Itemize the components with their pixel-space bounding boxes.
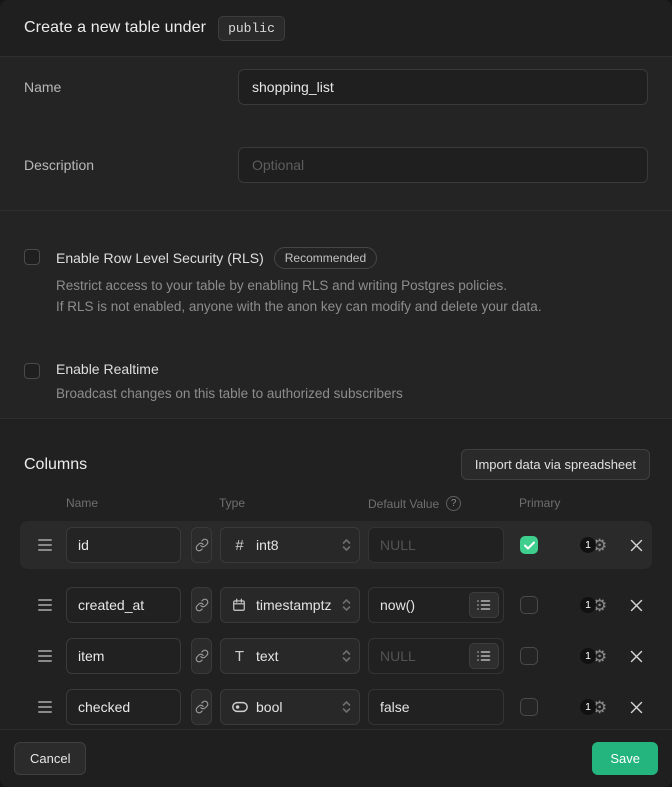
modal-footer: Cancel Save [0, 729, 672, 787]
section-toggles: Enable Row Level Security (RLS) Recommen… [0, 211, 672, 419]
table-description-input[interactable] [238, 147, 648, 183]
realtime-block: Enable Realtime Broadcast changes on thi… [24, 361, 648, 404]
remove-column-button[interactable] [628, 537, 644, 553]
table-name-input[interactable] [238, 69, 648, 105]
primary-key-checkbox[interactable] [520, 536, 538, 554]
toggle-icon [232, 701, 247, 713]
column-type-select[interactable]: T text [220, 638, 360, 674]
modal-header: Create a new table under public [0, 0, 672, 57]
drag-handle-icon[interactable] [38, 599, 52, 611]
link-icon [195, 649, 209, 663]
check-icon [524, 541, 535, 550]
hash-icon: # [232, 537, 247, 554]
create-table-modal: Create a new table under public Name Des… [0, 0, 672, 787]
close-icon [630, 539, 643, 552]
rls-description-line2: If RLS is not enabled, anyone with the a… [56, 296, 542, 317]
realtime-checkbox[interactable] [24, 363, 40, 379]
description-label: Description [24, 147, 238, 173]
drag-handle-icon[interactable] [38, 701, 52, 713]
column-name-input[interactable] [66, 689, 181, 725]
columns-title: Columns [24, 456, 87, 474]
column-row-created-at: timestamptz 1 ⚙ [20, 583, 652, 627]
section-name-description: Name Description [0, 57, 672, 211]
name-row: Name [24, 69, 648, 105]
foreign-key-button[interactable] [191, 587, 212, 623]
primary-key-checkbox[interactable] [520, 596, 538, 614]
columns-rows: # int8 1 ⚙ [0, 521, 672, 729]
column-name-input[interactable] [66, 587, 181, 623]
rls-description-line1: Restrict access to your table by enablin… [56, 275, 542, 296]
default-value-input[interactable] [368, 689, 504, 725]
cancel-button[interactable]: Cancel [14, 742, 86, 775]
foreign-key-button[interactable] [191, 527, 212, 563]
chevron-up-down-icon [342, 538, 351, 552]
link-icon [195, 598, 209, 612]
remove-column-button[interactable] [628, 699, 644, 715]
foreign-key-button[interactable] [191, 638, 212, 674]
save-button[interactable]: Save [592, 742, 658, 775]
close-icon [630, 650, 643, 663]
primary-key-checkbox[interactable] [520, 647, 538, 665]
settings-count-badge: 1 [580, 537, 596, 553]
column-name-input[interactable] [66, 638, 181, 674]
settings-count-badge: 1 [580, 648, 596, 664]
drag-handle-icon[interactable] [38, 650, 52, 662]
realtime-label: Enable Realtime [56, 361, 159, 377]
import-spreadsheet-button[interactable]: Import data via spreadsheet [461, 449, 650, 480]
columns-header-row: Name Type Default Value ? Primary [0, 496, 672, 511]
column-name-input[interactable] [66, 527, 181, 563]
chevron-up-down-icon [342, 649, 351, 663]
chevron-up-down-icon [342, 700, 351, 714]
close-icon [630, 701, 643, 714]
rls-label: Enable Row Level Security (RLS) [56, 250, 264, 266]
column-type-select[interactable]: timestamptz [220, 587, 360, 623]
description-row: Description [24, 147, 648, 183]
column-header-type: Type [219, 496, 368, 511]
rls-block: Enable Row Level Security (RLS) Recommen… [24, 247, 648, 317]
foreign-key-button[interactable] [191, 689, 212, 725]
column-header-name: Name [66, 496, 219, 511]
column-settings-button[interactable]: 1 ⚙ [580, 537, 616, 554]
link-icon [195, 700, 209, 714]
column-settings-button[interactable]: 1 ⚙ [580, 597, 616, 614]
schema-badge: public [218, 16, 285, 41]
settings-count-badge: 1 [580, 699, 596, 715]
remove-column-button[interactable] [628, 648, 644, 664]
default-suggestions-button[interactable] [469, 592, 499, 618]
text-type-icon: T [232, 648, 247, 665]
name-label: Name [24, 69, 238, 95]
column-type-select[interactable]: # int8 [220, 527, 360, 563]
default-value-help-icon[interactable]: ? [446, 496, 461, 511]
default-suggestions-button[interactable] [469, 643, 499, 669]
section-columns: Columns Import data via spreadsheet Name… [0, 419, 672, 729]
remove-column-button[interactable] [628, 597, 644, 613]
settings-count-badge: 1 [580, 597, 596, 613]
close-icon [630, 599, 643, 612]
default-value-input[interactable] [368, 527, 504, 563]
calendar-icon [232, 598, 247, 612]
column-settings-button[interactable]: 1 ⚙ [580, 648, 616, 665]
column-row-id: # int8 1 ⚙ [20, 521, 652, 569]
column-type-select[interactable]: bool [220, 689, 360, 725]
column-row-item: T text 1 ⚙ [20, 634, 652, 678]
column-row-checked: bool 1 ⚙ [20, 685, 652, 729]
primary-key-checkbox[interactable] [520, 698, 538, 716]
drag-handle-icon[interactable] [38, 539, 52, 551]
column-settings-button[interactable]: 1 ⚙ [580, 699, 616, 716]
rls-checkbox[interactable] [24, 249, 40, 265]
list-icon [477, 650, 491, 662]
chevron-up-down-icon [342, 598, 351, 612]
column-header-primary: Primary [519, 496, 560, 511]
column-header-default: Default Value ? [368, 496, 519, 511]
list-icon [477, 599, 491, 611]
modal-title: Create a new table under [24, 19, 206, 37]
link-icon [195, 538, 209, 552]
realtime-description: Broadcast changes on this table to autho… [56, 383, 403, 404]
recommended-badge: Recommended [274, 247, 377, 269]
